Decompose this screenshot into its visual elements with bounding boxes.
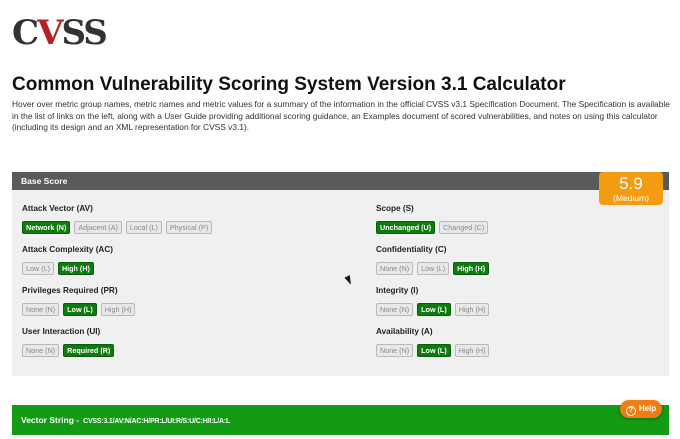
- metric-option-button[interactable]: None (N): [376, 262, 414, 275]
- metric-label[interactable]: Integrity (I): [376, 286, 489, 295]
- metric-label[interactable]: Privileges Required (PR): [22, 286, 135, 295]
- option-group: None (N) Low (L) High (H): [22, 303, 136, 316]
- metric-label[interactable]: Scope (S): [376, 204, 488, 213]
- metric-label[interactable]: Confidentiality (C): [376, 245, 489, 254]
- option-group: None (N) Low (L) High (H): [376, 344, 490, 357]
- metric-user-interaction: User Interaction (UI) None (N) Required (…: [22, 327, 115, 357]
- metric-option-button[interactable]: Low (L): [417, 344, 451, 357]
- intro-text: Hover over metric group names, metric na…: [12, 99, 670, 132]
- metric-label[interactable]: Attack Vector (AV): [22, 204, 212, 213]
- logo-text-v: V: [37, 13, 63, 53]
- metric-option-button[interactable]: Physical (P): [165, 221, 213, 234]
- metric-privileges-required: Privileges Required (PR) None (N) Low (L)…: [22, 286, 136, 316]
- vector-string-bar: Vector String - CVSS:3.1/AV:N/AC:H/PR:L/U…: [12, 405, 669, 435]
- metric-option-button[interactable]: Required (R): [63, 344, 115, 357]
- metric-scope: Scope (S) Unchanged (U) Changed (C): [376, 204, 489, 234]
- vector-string-label: Vector String -: [21, 415, 80, 425]
- option-group: None (N) Required (R): [22, 344, 115, 357]
- metric-availability: Availability (A) None (N) Low (L) High (H): [376, 327, 490, 357]
- option-group: None (N) Low (L) High (H): [376, 262, 490, 275]
- metric-label[interactable]: Attack Complexity (AC): [22, 245, 113, 254]
- option-group: Network (N) Adjacent (A) Local (L) Physical…: [22, 221, 213, 234]
- score-badge: 5.9 (Medium): [599, 172, 663, 205]
- logo-text-c: C: [12, 13, 39, 53]
- metric-option-button[interactable]: Unchanged (U): [376, 221, 436, 234]
- metric-option-button[interactable]: None (N): [22, 303, 60, 316]
- metric-attack-vector: Attack Vector (AV) Network (N) Adjacent (…: [22, 204, 213, 234]
- metric-label[interactable]: User Interaction (UI): [22, 327, 114, 336]
- score-value: 5.9: [619, 174, 643, 193]
- page-title: Common Vulnerability Scoring System Vers…: [12, 74, 566, 95]
- metric-option-button[interactable]: Adjacent (A): [74, 221, 122, 234]
- metric-option-button[interactable]: High (H): [100, 303, 136, 316]
- help-label: Help: [638, 404, 657, 413]
- cvss-logo: CVSS: [12, 13, 108, 53]
- metric-option-button[interactable]: Low (L): [417, 303, 451, 316]
- metric-option-button[interactable]: None (N): [22, 344, 60, 357]
- option-group: None (N) Low (L) High (H): [376, 303, 490, 316]
- option-group: Low (L) High (H): [22, 262, 113, 275]
- option-group: Unchanged (U) Changed (C): [376, 221, 489, 234]
- help-button[interactable]: ? Help: [620, 400, 662, 418]
- metric-confidentiality: Confidentiality (C) None (N) Low (L) High …: [376, 245, 490, 275]
- metric-attack-complexity: Attack Complexity (AC) Low (L) High (H): [22, 245, 113, 275]
- metric-option-button[interactable]: Network (N): [22, 221, 71, 234]
- metric-option-button[interactable]: None (N): [376, 344, 414, 357]
- metric-label[interactable]: Availability (A): [376, 327, 489, 336]
- vector-string-value[interactable]: CVSS:3.1/AV:N/AC:H/PR:L/UI:R/S:U/C:H/I:L…: [83, 418, 230, 425]
- metric-option-button[interactable]: Low (L): [22, 262, 54, 275]
- metric-option-button[interactable]: High (H): [454, 344, 490, 357]
- score-severity: (Medium): [613, 193, 649, 203]
- metric-option-button[interactable]: Low (L): [63, 303, 97, 316]
- metric-option-button[interactable]: High (H): [57, 262, 94, 275]
- metric-option-button[interactable]: High (H): [454, 303, 490, 316]
- logo-text-ss: SS: [61, 13, 107, 53]
- metric-option-button[interactable]: Local (L): [125, 221, 162, 234]
- metric-option-button[interactable]: None (N): [376, 303, 414, 316]
- base-score-header[interactable]: Base Score: [12, 172, 669, 190]
- help-icon: ?: [625, 406, 636, 416]
- metric-option-button[interactable]: Low (L): [417, 262, 450, 275]
- metric-option-button[interactable]: Changed (C): [439, 221, 489, 234]
- metric-integrity: Integrity (I) None (N) Low (L) High (H): [376, 286, 490, 316]
- metric-option-button[interactable]: High (H): [453, 262, 490, 275]
